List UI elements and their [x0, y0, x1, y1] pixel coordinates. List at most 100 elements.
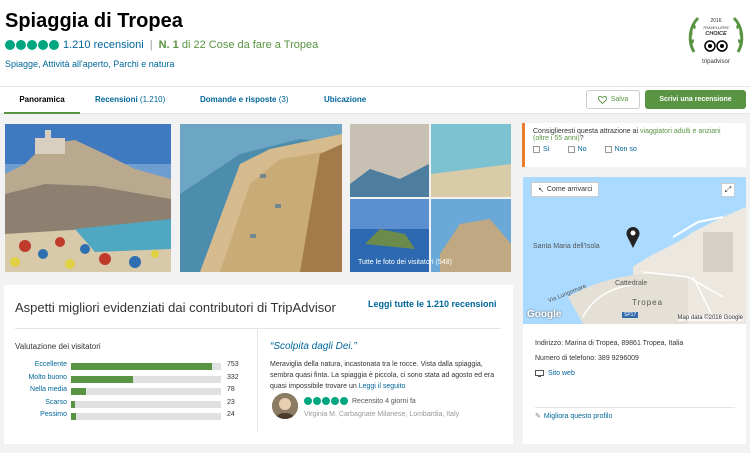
highlights-title: Aspetti migliori evidenziati dai contrib… — [15, 300, 336, 315]
tab-count: (1.210) — [139, 95, 166, 104]
page-title: Spiaggia di Tropea — [5, 10, 183, 32]
bubble-icon — [5, 40, 15, 50]
highlights-panel: Aspetti migliori evidenziati dai contrib… — [4, 285, 513, 444]
rating-count: 753 — [227, 361, 239, 368]
rating-bar-fill — [71, 388, 86, 395]
rating-bar-fill — [71, 413, 76, 420]
tab-label: Ubicazione — [324, 95, 367, 104]
improve-profile-link[interactable]: ✎ Migliora questo profilo — [535, 412, 613, 421]
badge-line1: TRAVELLERS' — [703, 25, 730, 30]
rating-row-1[interactable]: Molto buono 332 — [15, 374, 255, 384]
rating-row-0[interactable]: Eccellente 753 — [15, 361, 255, 371]
categories-link[interactable]: Spiagge, Attività all'aperto, Parchi e n… — [5, 59, 174, 69]
rating-bar — [71, 375, 221, 383]
option-label: No — [577, 146, 587, 153]
photo-main[interactable] — [5, 124, 171, 272]
rating-bar — [71, 400, 221, 408]
rating-row: 1.210 recensioni | N. 1 di 22 Cose da fa… — [5, 38, 318, 52]
travellers-choice-badge: 2016 TRAVELLERS' CHOICE tripadvisor — [688, 16, 744, 65]
pencil-icon: ✎ — [535, 413, 541, 420]
option-label: Non so — [614, 146, 637, 153]
rating-label[interactable]: Scarso — [15, 399, 67, 406]
map-label-santa-maria: Santa Maria dell'Isola — [533, 243, 600, 250]
read-all-reviews-link[interactable]: Leggi tutte le 1.210 recensioni — [368, 299, 497, 309]
tab-reviews[interactable]: Recensioni (1.210) — [95, 87, 165, 114]
option-yes[interactable]: Sì — [533, 146, 550, 153]
tab-location[interactable]: Ubicazione — [324, 87, 366, 114]
phone: Numero di telefono: 389 9296009 — [535, 355, 639, 362]
bubble-icon — [49, 40, 59, 50]
rating-count: 24 — [227, 411, 235, 418]
improve-label: Migliora questo profilo — [543, 412, 613, 420]
question-suffix: ? — [579, 135, 584, 142]
vertical-divider — [257, 328, 258, 432]
directions-button[interactable]: ↖ Come arrivarci — [531, 182, 600, 197]
monitor-icon — [535, 370, 544, 377]
checkbox-icon — [567, 146, 575, 153]
website-link[interactable]: Sito web — [548, 370, 575, 377]
rating-row-4[interactable]: Pessimo 24 — [15, 411, 255, 421]
expand-map-icon[interactable]: ⤢ — [721, 183, 735, 197]
option-no[interactable]: No — [567, 146, 587, 153]
bubble-icon — [27, 40, 37, 50]
photo-beach-aerial[interactable] — [180, 124, 342, 272]
visitor-rating-title: Valutazione dei visitatori — [15, 342, 101, 351]
tab-overview[interactable]: Panoramica — [4, 87, 80, 114]
photo-grid[interactable]: Tutte le foto dei visitatori (548) — [350, 124, 511, 272]
question-text: Consiglieresti questa attrazione ai — [533, 128, 639, 135]
rating-label[interactable]: Nella media — [15, 386, 67, 393]
rating-label[interactable]: Pessimo — [15, 411, 67, 418]
rating-bar — [71, 388, 221, 395]
bubble-icon — [322, 397, 330, 405]
page-header: Spiaggia di Tropea 1.210 recensioni | N.… — [0, 0, 750, 86]
save-button[interactable]: Salva — [586, 90, 640, 109]
review-snippet: Meraviglia della natura, incastonata tra… — [270, 359, 498, 392]
location-map[interactable]: ↖ Come arrivarci ⤢ Santa Maria dell'Isola… — [523, 177, 746, 324]
rating-bar-fill — [71, 400, 76, 408]
rating-row-3[interactable]: Scarso 23 — [15, 399, 255, 409]
all-photos-link[interactable]: Tutte le foto dei visitatori (548) — [358, 259, 452, 266]
rating-count: 23 — [227, 398, 235, 406]
review-date: Recensito 4 giorni fa — [352, 397, 416, 405]
badge-brand: tripadvisor — [702, 59, 730, 65]
rating-count: 78 — [227, 386, 235, 393]
write-review-button[interactable]: Scrivi una recensione — [645, 90, 746, 109]
read-more-link[interactable]: Leggi il seguito — [359, 383, 406, 390]
save-label: Salva — [610, 96, 629, 103]
photo-tropea-church — [5, 124, 171, 272]
badge-year: 2016 — [710, 18, 721, 24]
website-row[interactable]: Sito web — [535, 370, 734, 377]
recommend-options: Sì No Non so — [533, 146, 738, 153]
rating-bar — [71, 363, 221, 370]
avatar-image — [272, 393, 298, 419]
review-title[interactable]: “Scolpita dagli Dei.” — [270, 341, 357, 352]
google-logo: Google — [527, 309, 562, 320]
option-label: Sì — [543, 146, 550, 153]
divider — [15, 328, 501, 329]
directions-icon: ↖ — [538, 186, 544, 194]
rating-label[interactable]: Eccellente — [15, 361, 67, 368]
bubble-icon — [38, 40, 48, 50]
avatar[interactable] — [272, 393, 298, 419]
badge-line2: CHOICE — [705, 31, 727, 37]
tab-label: Domande e risposte — [200, 95, 277, 104]
address: Indirizzo: Marina di Tropea, 89861 Trope… — [535, 340, 684, 347]
map-road-sign: SP17 — [622, 312, 639, 318]
checkbox-icon — [533, 146, 540, 153]
tab-label: Recensioni — [95, 95, 138, 104]
map-label-cattedrale: Cattedrale — [615, 280, 648, 287]
rating-bar-fill — [71, 363, 213, 370]
bubble-icon — [340, 397, 348, 405]
review-bubbles — [304, 397, 348, 405]
recommend-question: Consiglieresti questa attrazione ai viag… — [533, 128, 738, 142]
reviews-count-link[interactable]: 1.210 recensioni — [63, 39, 144, 51]
contact-info: Indirizzo: Marina di Tropea, 89861 Trope… — [523, 324, 746, 444]
rank-link[interactable]: di 22 Cose da fare a Tropea — [182, 39, 318, 51]
photo-beach — [180, 124, 342, 272]
rating-label[interactable]: Molto buono — [15, 374, 67, 381]
option-dont-know[interactable]: Non so — [604, 146, 637, 153]
rating-row-2[interactable]: Nella media 78 — [15, 386, 255, 396]
tab-qa[interactable]: Domande e risposte (3) — [200, 87, 288, 114]
directions-label: Come arrivarci — [546, 186, 593, 193]
checkbox-icon — [604, 146, 612, 153]
